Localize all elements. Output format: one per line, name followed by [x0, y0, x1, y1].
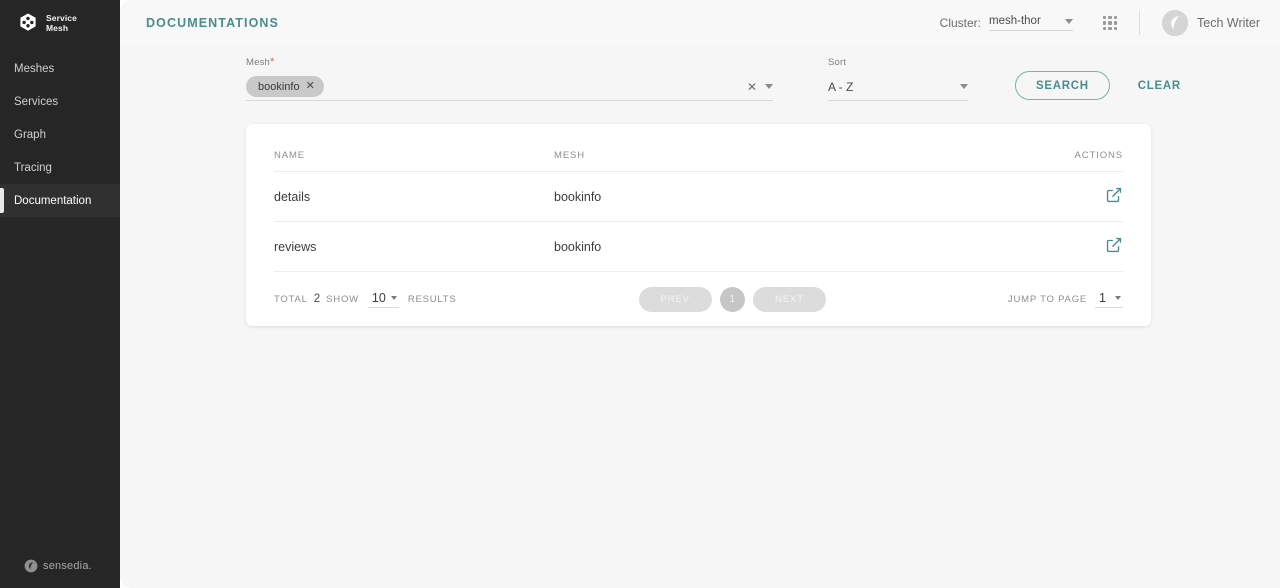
search-button[interactable]: SEARCH [1015, 71, 1110, 100]
total-value: 2 [313, 293, 321, 305]
sensedia-label: sensedia. [43, 560, 92, 572]
total-label: TOTAL [274, 293, 308, 305]
results-card: NAME MESH ACTIONS details bookinfo revie… [246, 124, 1151, 326]
mesh-input-actions: ✕ [747, 81, 773, 93]
table-body: details bookinfo reviews bookinfo [274, 171, 1123, 272]
mesh-label-text: Mesh [246, 57, 271, 68]
mesh-chip-bookinfo[interactable]: bookinfo ✕ [246, 76, 324, 97]
pagination-bar: TOTAL 2 SHOW 10 RESULTS PREV 1 NEXT JUMP… [274, 272, 1123, 326]
sidebar-item-services[interactable]: Services [0, 85, 120, 118]
brand-text: Service Mesh [46, 13, 77, 33]
documentations-table: NAME MESH ACTIONS details bookinfo revie… [274, 124, 1123, 272]
external-link-icon[interactable] [1105, 236, 1123, 254]
sidebar-item-label: Graph [14, 128, 46, 141]
user-avatar-icon [1162, 10, 1189, 36]
prev-page-button[interactable]: PREV [638, 286, 712, 312]
main-content: DOCUMENTATIONS Cluster: mesh-thor Tech W… [120, 0, 1280, 588]
topbar-divider [1139, 11, 1141, 35]
column-header-mesh: MESH [554, 124, 1013, 172]
chevron-down-icon [390, 295, 397, 300]
chip-label: bookinfo [258, 80, 300, 93]
clear-button[interactable]: CLEAR [1132, 71, 1187, 100]
sidebar-item-meshes[interactable]: Meshes [0, 52, 120, 85]
sidebar-nav: Meshes Services Graph Tracing Documentat… [0, 52, 120, 217]
user-name: Tech Writer [1197, 16, 1260, 30]
rows-per-page-select[interactable]: 10 [367, 290, 399, 308]
sort-label: Sort [828, 57, 847, 68]
clear-icon[interactable]: ✕ [747, 81, 757, 93]
user-menu[interactable]: Tech Writer [1162, 10, 1260, 36]
table-row[interactable]: details bookinfo [274, 171, 1123, 222]
sidebar: Service Mesh Meshes Services Graph Traci… [0, 0, 120, 588]
sidebar-item-graph[interactable]: Graph [0, 118, 120, 151]
sidebar-item-label: Services [14, 95, 59, 108]
cell-mesh: bookinfo [554, 171, 1013, 222]
jump-to-page-select[interactable]: 1 [1095, 291, 1123, 308]
cluster-label: Cluster: [939, 16, 982, 30]
service-mesh-logo-icon [17, 12, 39, 34]
mesh-label: Mesh* [246, 56, 773, 68]
chevron-down-icon [1114, 295, 1121, 300]
table-row[interactable]: reviews bookinfo [274, 221, 1123, 272]
topbar-right: Cluster: mesh-thor Tech Writer [940, 10, 1260, 36]
app-root: Service Mesh Meshes Services Graph Traci… [0, 0, 1280, 588]
chevron-down-icon [960, 84, 968, 89]
pagination-controls: PREV 1 NEXT [638, 286, 826, 312]
mesh-input[interactable]: bookinfo ✕ ✕ [246, 75, 773, 101]
sensedia-logo-icon [24, 559, 38, 573]
sort-select[interactable]: A - Z [828, 75, 968, 101]
sidebar-item-label: Documentation [14, 194, 92, 207]
cluster-value: mesh-thor [989, 15, 1041, 27]
brand-line-2: Mesh [46, 23, 69, 33]
cell-mesh: bookinfo [554, 221, 1013, 272]
apps-grid-icon[interactable] [1103, 16, 1117, 30]
sort-field: Sort A - Z [828, 57, 968, 101]
brand-line-1: Service [46, 13, 77, 23]
cell-actions [1013, 221, 1123, 272]
topbar: DOCUMENTATIONS Cluster: mesh-thor Tech W… [120, 0, 1280, 46]
cluster-select[interactable]: mesh-thor [989, 15, 1074, 31]
page-title: DOCUMENTATIONS [146, 16, 279, 30]
sidebar-footer: sensedia. [0, 544, 120, 588]
brand-logo[interactable]: Service Mesh [0, 0, 120, 46]
column-header-actions: ACTIONS [1013, 124, 1123, 172]
sidebar-item-label: Tracing [14, 161, 52, 174]
sort-value: A - Z [828, 79, 854, 94]
cell-name: reviews [274, 221, 554, 272]
show-label: SHOW [326, 293, 359, 305]
required-marker: * [270, 56, 275, 68]
pagination-summary: TOTAL 2 SHOW 10 RESULTS [274, 291, 457, 308]
close-icon[interactable]: ✕ [306, 81, 315, 92]
rows-per-page-value: 10 [371, 290, 386, 305]
cell-name: details [274, 171, 554, 222]
mesh-field: Mesh* bookinfo ✕ ✕ [246, 56, 773, 101]
jump-to-page-value: 1 [1099, 290, 1106, 305]
jump-to-page: JUMP TO PAGE 1 [1008, 291, 1123, 308]
table-header-row: NAME MESH ACTIONS [274, 124, 1123, 172]
cell-actions [1013, 171, 1123, 222]
external-link-icon[interactable] [1105, 186, 1123, 204]
filter-bar: Mesh* bookinfo ✕ ✕ Sort A - Z SEARCH CLE… [120, 46, 1280, 101]
page-number-1[interactable]: 1 [720, 286, 745, 312]
sidebar-item-tracing[interactable]: Tracing [0, 151, 120, 184]
chevron-down-icon [1065, 18, 1074, 24]
column-header-name: NAME [274, 124, 554, 172]
chevron-down-icon[interactable] [765, 84, 773, 89]
sidebar-item-label: Meshes [14, 62, 55, 75]
jump-to-page-label: JUMP TO PAGE [1007, 293, 1088, 305]
next-page-button[interactable]: NEXT [753, 286, 826, 312]
table-head: NAME MESH ACTIONS [274, 124, 1123, 172]
sidebar-item-documentation[interactable]: Documentation [0, 184, 120, 217]
results-label: RESULTS [407, 293, 457, 305]
